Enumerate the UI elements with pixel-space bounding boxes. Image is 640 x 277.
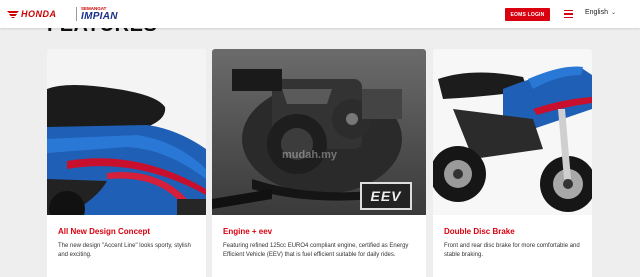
card-description: Featuring refined 125cc EURO4 compliant … [223,243,409,258]
tagline-main: IMPIAN [81,11,118,22]
card-title: All New Design Concept [58,227,151,236]
card-title: Engine + eev [223,227,273,236]
tagline-logo[interactable]: SEMANGAT IMPIAN [81,6,118,22]
site-header: HONDA SEMANGAT IMPIAN EOMS LOGIN English… [0,0,640,28]
motorcycle-brake-image [433,49,592,215]
mudah-watermark: mudah.my [282,149,338,161]
honda-wing-logo-icon[interactable] [7,10,19,18]
feature-card-design[interactable]: All New Design Concept The new design "A… [47,49,206,277]
hamburger-menu-icon[interactable] [564,10,573,18]
language-selector[interactable]: English ⌄ [585,9,616,16]
feature-card-engine[interactable]: mudah.my EEV Engine + eev Featuring refi… [212,49,426,277]
motorcycle-design-image [47,49,206,215]
brand-divider [76,7,77,21]
feature-card-brake[interactable]: Double Disc Brake Front and rear disc br… [433,49,592,277]
language-label: English [585,9,608,16]
chevron-down-icon: ⌄ [610,10,616,16]
brand-name[interactable]: HONDA [21,9,57,19]
eoms-login-button[interactable]: EOMS LOGIN [505,8,550,21]
card-title: Double Disc Brake [444,227,515,236]
eev-badge: EEV [360,182,412,210]
eev-badge-text: EEV [370,188,402,204]
card-description: The new design "Accent Line" looks sport… [58,243,191,258]
card-description: Front and rear disc brake for more comfo… [444,243,580,258]
